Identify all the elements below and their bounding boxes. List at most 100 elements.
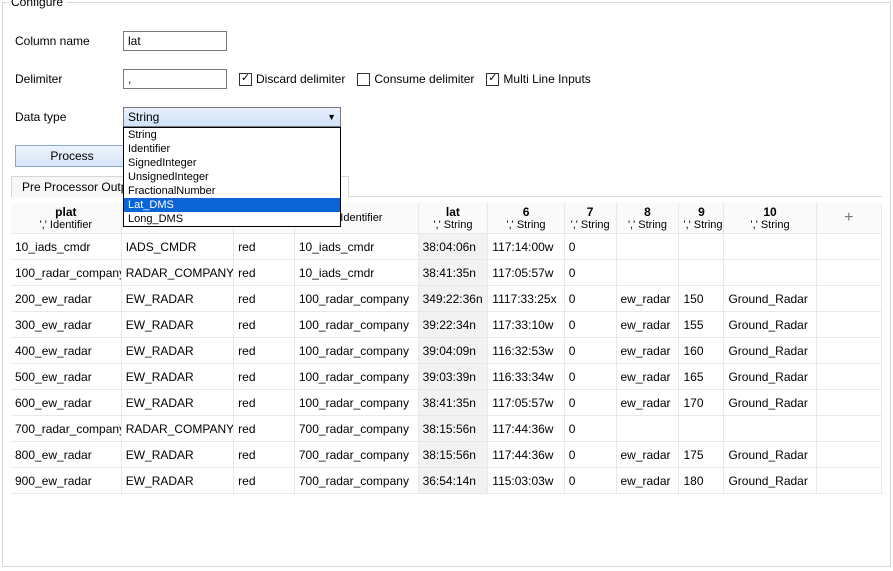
cell[interactable]: 0: [564, 390, 616, 416]
cell[interactable]: EW_RADAR: [121, 312, 233, 338]
cell[interactable]: 0: [564, 234, 616, 260]
cell[interactable]: EW_RADAR: [121, 364, 233, 390]
cell[interactable]: RADAR_COMPANY: [121, 416, 233, 442]
table-row[interactable]: 400_ew_radarEW_RADARred100_radar_company…: [11, 338, 882, 364]
table-row[interactable]: 10_iads_cmdrIADS_CMDRred10_iads_cmdr38:0…: [11, 234, 882, 260]
cell[interactable]: 100_radar_company: [294, 364, 418, 390]
dropdown-item[interactable]: FractionalNumber: [124, 184, 340, 198]
cell[interactable]: red: [234, 468, 295, 494]
cell[interactable]: 0: [564, 364, 616, 390]
cell[interactable]: 38:15:56n: [418, 442, 488, 468]
cell[interactable]: ew_radar: [616, 364, 679, 390]
cell[interactable]: 1117:33:25x: [488, 286, 564, 312]
cell[interactable]: 117:05:57w: [488, 260, 564, 286]
cell[interactable]: 115:03:03w: [488, 468, 564, 494]
cell[interactable]: 800_ew_radar: [11, 442, 121, 468]
table-row[interactable]: 100_radar_companyRADAR_COMPANYred10_iads…: [11, 260, 882, 286]
cell[interactable]: Ground_Radar: [724, 364, 816, 390]
table-row[interactable]: 700_radar_companyRADAR_COMPANYred700_rad…: [11, 416, 882, 442]
cell[interactable]: 155: [679, 312, 724, 338]
cell[interactable]: 0: [564, 260, 616, 286]
cell[interactable]: 100_radar_company: [294, 286, 418, 312]
col-header-selected[interactable]: lat',' String: [418, 203, 488, 234]
cell[interactable]: 349:22:36n: [418, 286, 488, 312]
cell[interactable]: 200_ew_radar: [11, 286, 121, 312]
cell[interactable]: 700_radar_company: [294, 442, 418, 468]
cell[interactable]: [724, 416, 816, 442]
cell[interactable]: 0: [564, 312, 616, 338]
cell[interactable]: red: [234, 338, 295, 364]
cell[interactable]: 700_radar_company: [294, 416, 418, 442]
cell[interactable]: 400_ew_radar: [11, 338, 121, 364]
cell[interactable]: 117:44:36w: [488, 416, 564, 442]
col-header[interactable]: plat',' Identifier: [11, 203, 121, 234]
cell[interactable]: 0: [564, 286, 616, 312]
cell[interactable]: 900_ew_radar: [11, 468, 121, 494]
cell[interactable]: 117:14:00w: [488, 234, 564, 260]
multiline-checkbox[interactable]: [486, 73, 499, 86]
cell[interactable]: IADS_CMDR: [121, 234, 233, 260]
cell[interactable]: red: [234, 286, 295, 312]
cell[interactable]: 38:04:06n: [418, 234, 488, 260]
cell[interactable]: 39:04:09n: [418, 338, 488, 364]
cell[interactable]: 10_iads_cmdr: [294, 260, 418, 286]
cell[interactable]: 116:33:34w: [488, 364, 564, 390]
cell[interactable]: 180: [679, 468, 724, 494]
cell[interactable]: 117:44:36w: [488, 442, 564, 468]
dropdown-item[interactable]: SignedInteger: [124, 156, 340, 170]
cell[interactable]: 10_iads_cmdr: [11, 234, 121, 260]
cell[interactable]: 500_ew_radar: [11, 364, 121, 390]
cell[interactable]: red: [234, 390, 295, 416]
cell[interactable]: 0: [564, 468, 616, 494]
cell[interactable]: ew_radar: [616, 442, 679, 468]
cell[interactable]: [679, 416, 724, 442]
cell[interactable]: 38:41:35n: [418, 260, 488, 286]
cell[interactable]: 39:03:39n: [418, 364, 488, 390]
cell[interactable]: 165: [679, 364, 724, 390]
cell[interactable]: Ground_Radar: [724, 468, 816, 494]
cell[interactable]: [679, 260, 724, 286]
table-row[interactable]: 300_ew_radarEW_RADARred100_radar_company…: [11, 312, 882, 338]
cell[interactable]: 36:54:14n: [418, 468, 488, 494]
cell[interactable]: 700_radar_company: [11, 416, 121, 442]
cell[interactable]: red: [234, 234, 295, 260]
cell[interactable]: Ground_Radar: [724, 312, 816, 338]
cell[interactable]: 100_radar_company: [294, 312, 418, 338]
cell[interactable]: red: [234, 364, 295, 390]
cell[interactable]: 116:32:53w: [488, 338, 564, 364]
cell[interactable]: EW_RADAR: [121, 468, 233, 494]
cell[interactable]: ew_radar: [616, 390, 679, 416]
cell[interactable]: EW_RADAR: [121, 390, 233, 416]
cell[interactable]: ew_radar: [616, 286, 679, 312]
cell[interactable]: 100_radar_company: [294, 338, 418, 364]
cell[interactable]: ew_radar: [616, 468, 679, 494]
cell[interactable]: Ground_Radar: [724, 286, 816, 312]
cell[interactable]: [616, 234, 679, 260]
cell[interactable]: 0: [564, 338, 616, 364]
add-column-button[interactable]: +: [816, 203, 881, 234]
cell[interactable]: 0: [564, 416, 616, 442]
delimiter-input[interactable]: [123, 69, 227, 89]
cell[interactable]: Ground_Radar: [724, 338, 816, 364]
cell[interactable]: 160: [679, 338, 724, 364]
col-header[interactable]: 6',' String: [488, 203, 564, 234]
cell[interactable]: [679, 234, 724, 260]
cell[interactable]: Ground_Radar: [724, 442, 816, 468]
table-row[interactable]: 500_ew_radarEW_RADARred100_radar_company…: [11, 364, 882, 390]
cell[interactable]: 100_radar_company: [294, 390, 418, 416]
column-name-input[interactable]: [123, 31, 227, 51]
cell[interactable]: [724, 260, 816, 286]
cell[interactable]: red: [234, 260, 295, 286]
col-header[interactable]: 10',' String: [724, 203, 816, 234]
cell[interactable]: red: [234, 416, 295, 442]
cell[interactable]: 117:33:10w: [488, 312, 564, 338]
cell[interactable]: 300_ew_radar: [11, 312, 121, 338]
dropdown-item[interactable]: Identifier: [124, 142, 340, 156]
consume-delimiter-checkbox[interactable]: [357, 73, 370, 86]
dropdown-item[interactable]: String: [124, 128, 340, 142]
cell[interactable]: 38:41:35n: [418, 390, 488, 416]
data-type-dropdown[interactable]: String Identifier SignedInteger Unsigned…: [123, 127, 341, 227]
cell[interactable]: 0: [564, 442, 616, 468]
process-button[interactable]: Process: [15, 145, 129, 167]
cell[interactable]: ew_radar: [616, 312, 679, 338]
